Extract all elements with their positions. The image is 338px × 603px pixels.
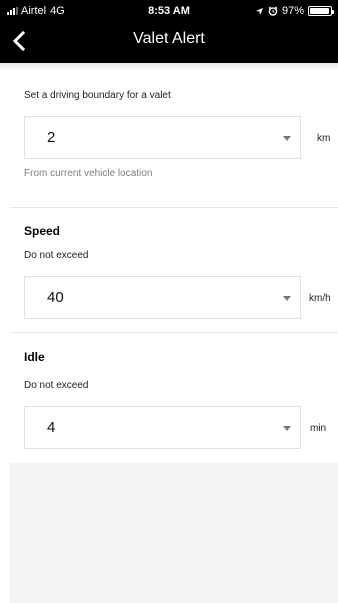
- alarm-clock-icon: [268, 6, 278, 16]
- top-bar: Airtel 4G 8:53 AM 97% Valet Alert: [0, 0, 338, 63]
- speed-select[interactable]: 40: [24, 276, 301, 319]
- idle-unit: min: [310, 423, 327, 434]
- boundary-hint: From current vehicle location: [24, 168, 153, 179]
- battery-icon: [308, 6, 334, 16]
- divider: [10, 207, 338, 208]
- screen: Airtel 4G 8:53 AM 97% Valet Alert Set a …: [0, 0, 338, 603]
- boundary-unit: km: [317, 133, 331, 144]
- header-shadow: [0, 63, 338, 70]
- battery-percent: 97%: [281, 5, 304, 17]
- speed-value: 40: [47, 289, 64, 306]
- boundary-select[interactable]: 2: [24, 116, 301, 159]
- boundary-value: 2: [47, 129, 56, 146]
- speed-heading: Speed: [24, 224, 61, 238]
- boundary-caption: Set a driving boundary for a valet: [24, 90, 171, 101]
- speed-caption: Do not exceed: [24, 250, 89, 261]
- idle-caption: Do not exceed: [24, 380, 89, 391]
- chevron-down-icon: [283, 426, 291, 431]
- location-arrow-icon: [255, 7, 264, 15]
- speed-unit: km/h: [309, 293, 331, 304]
- status-right: 97%: [255, 5, 334, 17]
- nav-bar: Valet Alert: [0, 22, 338, 63]
- chevron-down-icon: [283, 296, 291, 301]
- page-title: Valet Alert: [133, 30, 205, 47]
- battery-level: [310, 8, 330, 14]
- divider: [10, 332, 338, 333]
- settings-form: Set a driving boundary for a valet 2 km …: [0, 63, 338, 463]
- idle-heading: Idle: [24, 350, 45, 364]
- idle-value: 4: [47, 419, 56, 436]
- status-bar: Airtel 4G 8:53 AM 97%: [0, 0, 338, 22]
- empty-footer-area: [10, 463, 338, 603]
- idle-select[interactable]: 4: [24, 406, 301, 449]
- chevron-down-icon: [283, 136, 291, 141]
